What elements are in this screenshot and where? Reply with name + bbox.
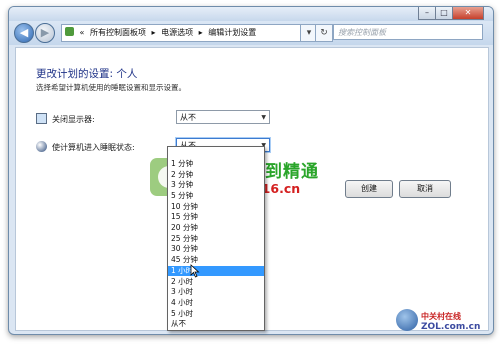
minimize-button[interactable]: – [418,7,436,20]
page-subtitle: 选择希望计算机使用的睡眠设置和显示设置。 [36,83,186,92]
chevron-down-icon: ▼ [261,114,266,121]
breadcrumb-separator-icon: ▸ [198,28,203,37]
dropdown-option[interactable]: 3 分钟 [168,180,264,191]
zol-brand-en: ZOL.com.cn [421,322,481,332]
forward-button[interactable]: ▶ [35,23,55,43]
dropdown-option[interactable]: 45 分钟 [168,255,264,266]
display-off-value: 从不 [180,113,196,122]
dropdown-option[interactable]: 2 小时 [168,277,264,288]
monitor-icon [36,113,47,124]
breadcrumb-overflow[interactable]: « [80,28,85,37]
zol-logo-icon [396,309,418,331]
back-button[interactable]: ◀ [14,23,34,43]
close-button[interactable]: ✕ [452,7,484,20]
dropdown-option[interactable]: 1 分钟 [168,159,264,170]
save-button[interactable]: 创建 [345,180,393,198]
breadcrumb[interactable]: « 所有控制面板项 ▸ 电源选项 ▸ 编辑计划设置 [61,24,303,42]
dropdown-option[interactable]: 1 小时 [168,265,264,277]
dropdown-option[interactable]: 5 分钟 [168,191,264,202]
dropdown-option[interactable]: 20 分钟 [168,223,264,234]
display-off-label: 关闭显示器: [52,115,95,124]
sleep-dropdown-list: 1 分钟 2 分钟 3 分钟 5 分钟 10 分钟 15 分钟 20 分钟 25 分钟 30 分… [167,146,265,331]
dropdown-option[interactable]: 25 分钟 [168,234,264,245]
dropdown-option[interactable]: 3 小时 [168,287,264,298]
control-panel-icon [65,27,74,36]
dropdown-option[interactable]: 4 小时 [168,298,264,309]
search-input[interactable]: 搜索控制面板 [333,24,483,40]
dropdown-option[interactable]: 30 分钟 [168,244,264,255]
dropdown-option[interactable]: 15 分钟 [168,212,264,223]
dropdown-option[interactable]: 10 分钟 [168,202,264,213]
dropdown-option[interactable]: 5 小时 [168,309,264,320]
address-bar: ◀ ▶ « 所有控制面板项 ▸ 电源选项 ▸ 编辑计划设置 ▾ ↻ 搜索控制面板 [9,21,493,45]
sleep-moon-icon [36,141,47,152]
mouse-pointer-icon [190,264,200,278]
refresh-icon[interactable]: ↻ [315,24,333,42]
breadcrumb-item-edit-plan[interactable]: 编辑计划设置 [208,28,256,37]
breadcrumb-item-all-items[interactable]: 所有控制面板项 [90,28,146,37]
maximize-button[interactable]: □ [435,7,453,20]
breadcrumb-separator-icon: ▸ [151,28,156,37]
page-title: 更改计划的设置: 个人 [36,68,138,80]
display-off-select[interactable]: 从不 ▼ [176,110,270,124]
cancel-button[interactable]: 取消 [399,180,451,198]
breadcrumb-item-power-options[interactable]: 电源选项 [161,28,193,37]
dropdown-option[interactable]: 从不 [168,319,264,330]
zol-brand-cn: 中关村在线 [421,312,461,321]
title-bar: – □ ✕ [9,7,493,21]
dropdown-option[interactable]: 2 分钟 [168,170,264,181]
sleep-label: 使计算机进入睡眠状态: [52,143,135,152]
